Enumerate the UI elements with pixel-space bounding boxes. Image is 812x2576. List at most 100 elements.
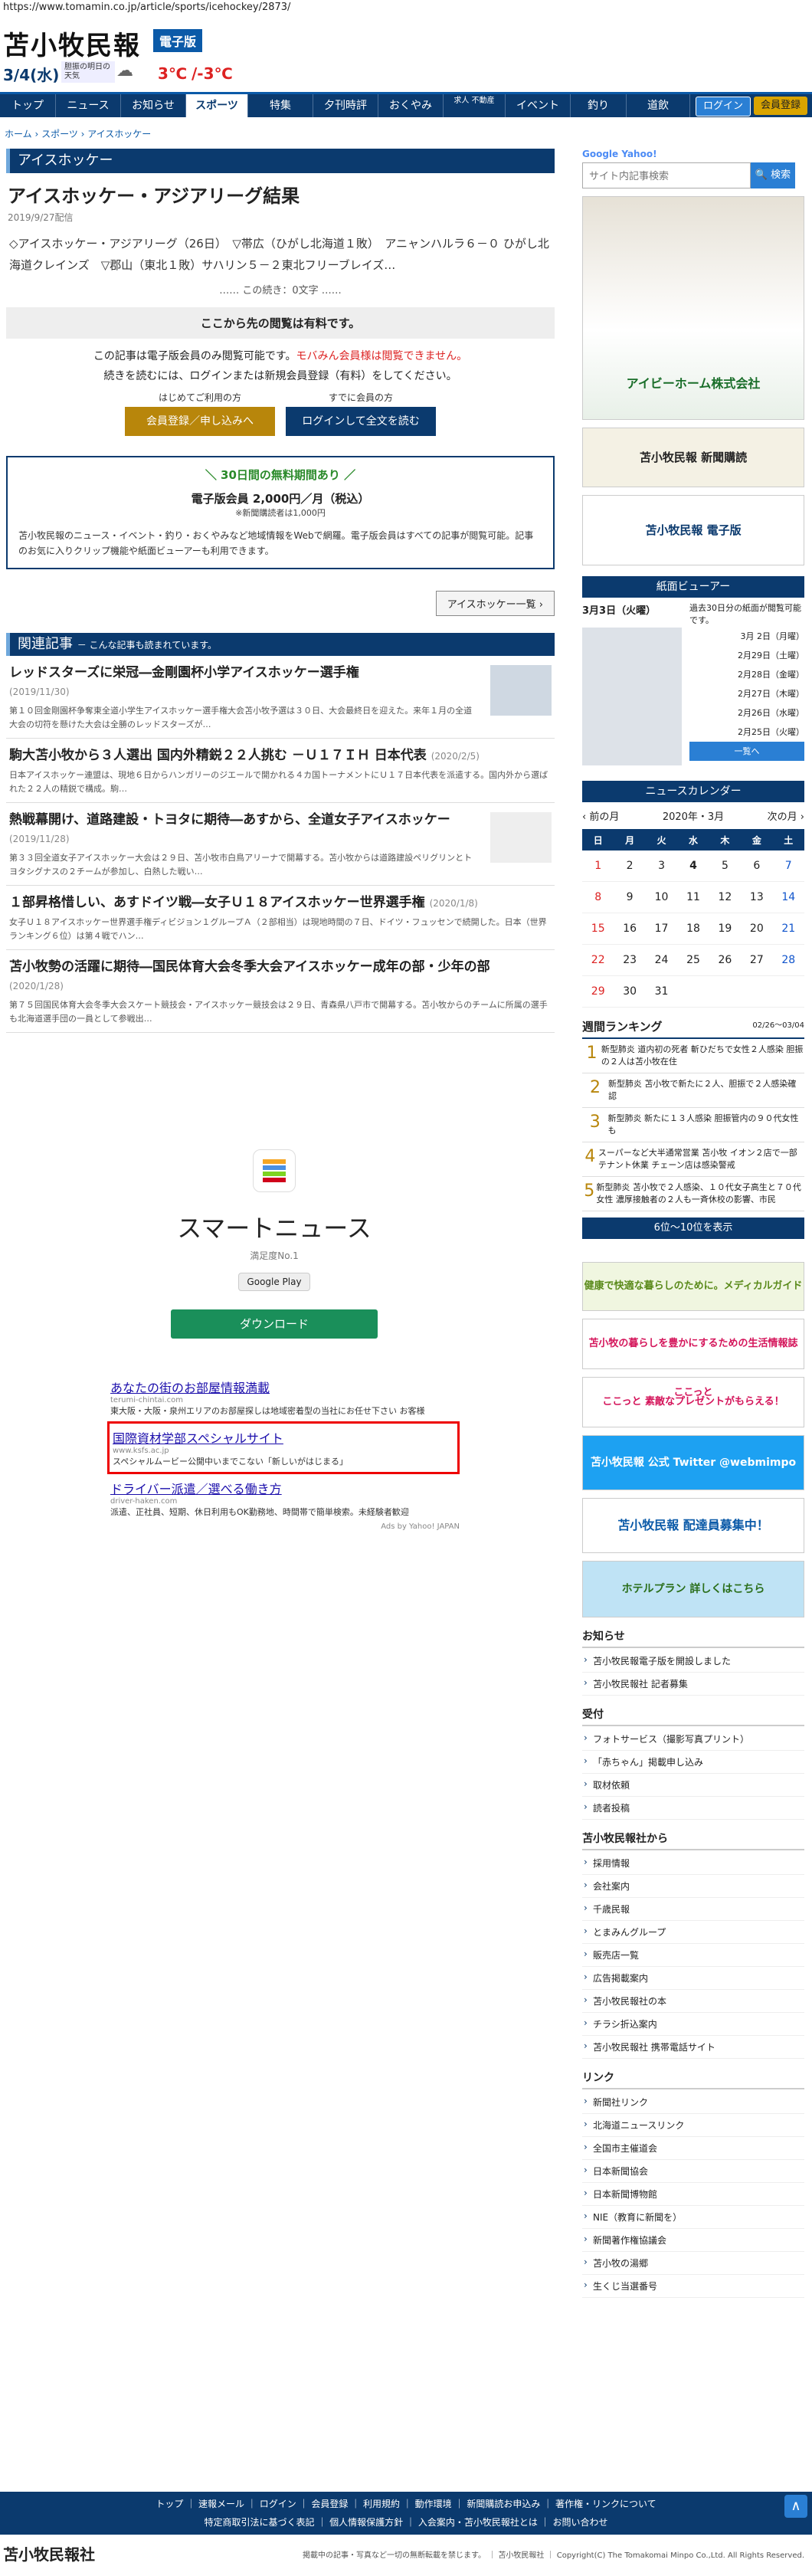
calendar-day[interactable]: 27 <box>741 944 773 976</box>
calendar-day[interactable]: 14 <box>772 881 804 913</box>
calendar-day[interactable]: 12 <box>709 881 742 913</box>
calendar-day[interactable]: 25 <box>677 944 709 976</box>
paper-date-link[interactable]: 2月25日（火曜） <box>689 723 804 742</box>
login-read-button[interactable]: ログインして全文を読む <box>286 407 436 436</box>
side-link[interactable]: 広告掲載案内 <box>582 1967 804 1990</box>
calendar-day[interactable]: 26 <box>709 944 742 976</box>
ad-banner-ivyhome[interactable]: アイビーホーム株式会社 <box>582 196 804 420</box>
site-logo[interactable]: 苫小牧民報 <box>3 25 141 62</box>
nav-item-fishing[interactable]: 釣り <box>571 94 627 117</box>
nav-item-editorial[interactable]: 夕刊時評 <box>313 94 378 117</box>
nav-item-obituary[interactable]: おくやみ <box>378 94 444 117</box>
side-link[interactable]: 販売店一覧 <box>582 1944 804 1967</box>
related-item[interactable]: 熱戦幕開け、道路建設・トヨタに期待―あすから、全道女子アイスホッケー (2019… <box>6 803 555 886</box>
paper-date-link[interactable]: 3月 2日（月曜） <box>689 627 805 646</box>
related-item[interactable]: レッドスターズに栄冠―金剛園杯小学アイスホッケー選手権 (2019/11/30) … <box>6 656 555 739</box>
back-to-list-button[interactable]: アイスホッケー一覧 › <box>435 591 555 616</box>
side-link[interactable]: 北海道ニュースリンク <box>582 2114 804 2137</box>
calendar-day[interactable]: 7 <box>772 850 804 882</box>
paper-date-link[interactable]: 2月27日（木曜） <box>689 684 804 703</box>
footer-link[interactable]: ログイン <box>260 2499 296 2509</box>
back-to-top-button[interactable]: ∧ <box>784 2495 807 2518</box>
calendar-day[interactable]: 4 <box>677 850 709 882</box>
related-item-title[interactable]: １部昇格惜しい、あすドイツ戦―女子Ｕ１８アイスホッケー世界選手権 <box>9 895 425 910</box>
footer-link[interactable]: 速報メール <box>198 2499 244 2509</box>
side-link[interactable]: NIE（教育に新聞を） <box>582 2206 804 2229</box>
related-item[interactable]: 苫小牧勢の活躍に期待―国民体育大会冬季大会アイスホッケー成年の部・少年の部 (20… <box>6 950 555 1033</box>
side-link[interactable]: 苫小牧民報社 携帯電話サイト <box>582 2036 804 2059</box>
login-button[interactable]: ログイン <box>696 97 751 116</box>
ad-banner-digital[interactable]: 苫小牧民報 電子版 <box>582 495 804 565</box>
calendar-day[interactable]: 8 <box>582 881 614 913</box>
banner-kokotto[interactable]: 苫小牧の暮らしを豊かにするための生活情報誌 ここっと <box>582 1319 804 1398</box>
side-link[interactable]: 読者投稿 <box>582 1797 804 1820</box>
banner-delivery-recruit[interactable]: 苫小牧民報 配達員募集中！ <box>582 1498 804 1553</box>
calendar-day[interactable]: 3 <box>645 850 678 882</box>
register-button[interactable]: 会員登録 <box>754 97 807 115</box>
calendar-day[interactable]: 1 <box>582 850 614 882</box>
banner-hotel-plan[interactable]: ホテルプラン 詳しくはこちら <box>582 1561 804 1617</box>
side-link[interactable]: 生くじ当選番号 <box>582 2275 804 2298</box>
calendar-day[interactable]: 18 <box>677 913 709 945</box>
ranking-item[interactable]: 2 新型肺炎 苫小牧で新たに２人、胆振で２人感染確認 <box>582 1073 804 1108</box>
related-item-title[interactable]: 駒大苫小牧から３人選出 国内外精鋭２２人挑む －Ｕ１７ＩＨ 日本代表 <box>9 748 427 763</box>
footer-link[interactable]: 特定商取引法に基づく表記 <box>205 2517 315 2528</box>
breadcrumb[interactable]: ホーム › スポーツ › アイスホッケー <box>5 127 151 140</box>
ad-title[interactable]: ドライバー派遣／選べる働き方 <box>110 1479 457 1497</box>
ad-item-highlighted[interactable]: 国際資材学部スペシャルサイト www.ksfs.ac.jp スペシャルムービー公… <box>107 1421 460 1474</box>
related-item-title[interactable]: 熱戦幕開け、道路建設・トヨタに期待―あすから、全道女子アイスホッケー <box>9 812 450 828</box>
footer-link[interactable]: 新聞購読お申込み <box>467 2499 540 2509</box>
ranking-text[interactable]: 新型肺炎 苫小牧で２人感染、１０代女子高生と７０代女性 濃厚接触者の２人も一斉休… <box>596 1181 804 1206</box>
calendar-day[interactable]: 13 <box>741 881 773 913</box>
footer-link[interactable]: 入会案内・苫小牧民報社とは <box>418 2517 538 2528</box>
ranking-text[interactable]: 新型肺炎 新たに１３人感染 胆振管内の９０代女性も <box>608 1113 804 1137</box>
ranking-item[interactable]: 4 スーパーなど大半通常営業 苫小牧 イオン２店で一部テナント休業 チェーン店は感… <box>582 1142 804 1177</box>
footer-link[interactable]: 個人情報保護方針 <box>329 2517 403 2528</box>
side-link[interactable]: 会社案内 <box>582 1875 804 1898</box>
nav-item-news[interactable]: ニュース <box>56 94 121 117</box>
calendar-day[interactable]: 17 <box>645 913 678 945</box>
banner-twitter[interactable]: 苫小牧民報 公式 Twitter @webmimpo <box>582 1435 804 1490</box>
calendar-day[interactable]: 15 <box>582 913 614 945</box>
related-item[interactable]: １部昇格惜しい、あすドイツ戦―女子Ｕ１８アイスホッケー世界選手権 (2020/1… <box>6 886 555 950</box>
side-link[interactable]: フォトサービス（撮影写真プリント） <box>582 1728 804 1751</box>
register-apply-button[interactable]: 会員登録／申し込みへ <box>125 407 275 436</box>
related-item-title[interactable]: レッドスターズに栄冠―金剛園杯小学アイスホッケー選手権 <box>9 665 359 680</box>
calendar-prev[interactable]: ‹ 前の月 <box>582 808 619 823</box>
paper-date-link[interactable]: 2月26日（水曜） <box>689 703 804 723</box>
calendar-day[interactable]: 30 <box>614 975 646 1008</box>
nav-item-feature[interactable]: 特集 <box>248 94 313 117</box>
footer-link[interactable]: 利用規約 <box>363 2499 400 2509</box>
related-item-photo[interactable] <box>490 665 552 716</box>
nav-item-sports[interactable]: スポーツ <box>186 94 248 117</box>
ranking-more-button[interactable]: 6位～10位を表示 <box>582 1218 804 1239</box>
side-link[interactable]: 全国市主催道会 <box>582 2137 804 2160</box>
ad-item[interactable]: あなたの街のお部屋情報満載 terumi-chintai.com 東大阪・大阪・… <box>107 1373 460 1421</box>
calendar-day[interactable]: 6 <box>741 850 773 882</box>
side-link[interactable]: 取材依頼 <box>582 1774 804 1797</box>
ranking-text[interactable]: スーパーなど大半通常営業 苫小牧 イオン２店で一部テナント休業 チェーン店は感染… <box>598 1147 804 1172</box>
nav-item-event[interactable]: イベント <box>506 94 571 117</box>
download-button[interactable]: ダウンロード <box>171 1309 378 1339</box>
ranking-item[interactable]: 3 新型肺炎 新たに１３人感染 胆振管内の９０代女性も <box>582 1108 804 1142</box>
footer-link[interactable]: お問い合わせ <box>552 2517 607 2528</box>
ad-item[interactable]: ドライバー派遣／選べる働き方 driver-haken.com 派遣、正社員、短… <box>107 1474 460 1522</box>
side-link[interactable]: 日本新聞博物館 <box>582 2183 804 2206</box>
nav-item-road[interactable]: 道飲 <box>627 94 690 117</box>
related-item-title[interactable]: 苫小牧勢の活躍に期待―国民体育大会冬季大会アイスホッケー成年の部・少年の部 <box>9 959 490 975</box>
calendar-next[interactable]: 次の月 › <box>768 808 804 823</box>
calendar-day[interactable]: 2 <box>614 850 646 882</box>
calendar-day[interactable]: 9 <box>614 881 646 913</box>
calendar-day[interactable]: 23 <box>614 944 646 976</box>
related-item-photo[interactable] <box>490 812 552 863</box>
paper-date-link[interactable]: 2月28日（金曜） <box>689 665 804 684</box>
paper-thumbnail[interactable] <box>582 628 682 765</box>
calendar-day[interactable]: 28 <box>772 944 804 976</box>
side-link[interactable]: 苫小牧民報社の本 <box>582 1990 804 2013</box>
calendar-day[interactable]: 19 <box>709 913 742 945</box>
nav-item-notice[interactable]: お知らせ <box>121 94 186 117</box>
ad-banner-subscribe[interactable]: 苫小牧民報 新聞購読 <box>582 428 804 487</box>
ad-title[interactable]: 国際資材学部スペシャルサイト <box>113 1428 454 1447</box>
side-link[interactable]: 採用情報 <box>582 1852 804 1875</box>
side-link[interactable]: 日本新聞協会 <box>582 2160 804 2183</box>
